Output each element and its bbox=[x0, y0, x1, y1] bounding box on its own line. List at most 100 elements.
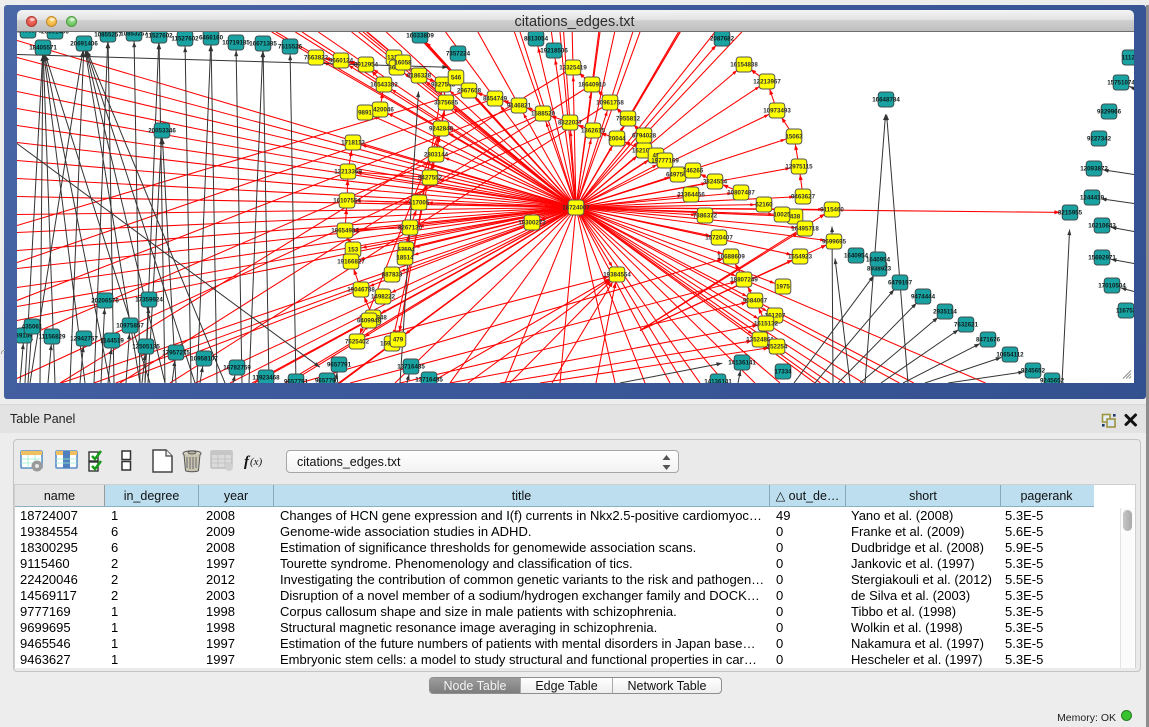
svg-text:17010504: 17010504 bbox=[1098, 282, 1126, 289]
svg-text:6794028: 6794028 bbox=[632, 132, 657, 139]
svg-text:17359924: 17359924 bbox=[135, 296, 163, 303]
svg-text:11156829: 11156829 bbox=[39, 333, 66, 340]
svg-text:9657791: 9657791 bbox=[327, 361, 352, 368]
svg-text:9115460: 9115460 bbox=[820, 206, 844, 213]
svg-text:9699695: 9699695 bbox=[822, 238, 847, 245]
svg-text:10853257: 10853257 bbox=[120, 32, 148, 38]
svg-text:21364456: 21364456 bbox=[677, 191, 705, 198]
svg-text:9146821: 9146821 bbox=[507, 102, 532, 109]
svg-text:20691406: 20691406 bbox=[41, 32, 69, 36]
svg-text:18724007: 18724007 bbox=[562, 204, 590, 211]
svg-text:18405571: 18405571 bbox=[17, 32, 42, 35]
svg-text:11527602: 11527602 bbox=[171, 35, 199, 42]
svg-text:3824554: 3824554 bbox=[703, 178, 728, 185]
svg-text:15720407: 15720407 bbox=[705, 234, 733, 241]
svg-text:10688609: 10688609 bbox=[717, 253, 745, 260]
svg-text:1144519: 1144519 bbox=[100, 337, 124, 344]
svg-text:16058: 16058 bbox=[394, 59, 412, 66]
svg-text:14136141: 14136141 bbox=[728, 359, 756, 366]
svg-text:7632621: 7632621 bbox=[954, 321, 979, 328]
svg-text:10961758: 10961758 bbox=[596, 99, 624, 106]
svg-text:17957275: 17957275 bbox=[162, 349, 190, 356]
svg-text:62160: 62160 bbox=[755, 201, 773, 208]
svg-text:12213967: 12213967 bbox=[753, 78, 781, 85]
svg-text:116753: 116753 bbox=[1116, 307, 1134, 314]
svg-text:7625402: 7625402 bbox=[345, 338, 370, 345]
svg-text:9084067: 9084067 bbox=[743, 297, 768, 304]
svg-text:887833: 887833 bbox=[382, 271, 403, 278]
svg-text:8186328: 8186328 bbox=[407, 72, 432, 79]
svg-text:9657791: 9657791 bbox=[315, 377, 340, 383]
svg-text:15300273: 15300273 bbox=[518, 219, 546, 226]
svg-text:6409948: 6409948 bbox=[357, 317, 382, 324]
svg-text:18640910: 18640910 bbox=[578, 81, 606, 88]
svg-text:10654112: 10654112 bbox=[996, 351, 1024, 358]
svg-text:417005: 417005 bbox=[409, 199, 430, 206]
svg-text:10973493: 10973493 bbox=[763, 107, 791, 114]
svg-text:252254: 252254 bbox=[767, 343, 788, 350]
svg-text:15751074: 15751074 bbox=[1107, 79, 1134, 86]
svg-text:16648784: 16648784 bbox=[872, 96, 900, 103]
svg-text:19218506: 19218506 bbox=[540, 47, 568, 54]
svg-text:13716485: 13716485 bbox=[397, 363, 425, 370]
svg-text:11123: 11123 bbox=[1122, 54, 1134, 61]
svg-text:546: 546 bbox=[451, 74, 462, 81]
svg-text:19384554: 19384554 bbox=[603, 271, 631, 278]
svg-text:12942757: 12942757 bbox=[70, 335, 98, 342]
svg-text:746266: 746266 bbox=[683, 167, 704, 174]
svg-text:13716485: 13716485 bbox=[415, 376, 443, 383]
svg-text:7663822: 7663822 bbox=[304, 54, 329, 61]
svg-text:16671385: 16671385 bbox=[249, 40, 277, 47]
svg-text:10975857: 10975857 bbox=[116, 322, 144, 329]
svg-text:9245652: 9245652 bbox=[1040, 377, 1065, 383]
svg-text:8267130: 8267130 bbox=[398, 224, 423, 231]
svg-text:8427552: 8427552 bbox=[418, 174, 443, 181]
svg-text:1718113: 1718113 bbox=[341, 139, 365, 146]
svg-text:(x): (x) bbox=[250, 456, 263, 468]
svg-text:1588520: 1588520 bbox=[531, 110, 556, 117]
svg-text:435061: 435061 bbox=[22, 323, 43, 330]
svg-text:1362615: 1362615 bbox=[581, 127, 606, 134]
svg-text:11923468: 11923468 bbox=[252, 374, 280, 381]
svg-text:18514: 18514 bbox=[396, 254, 414, 261]
svg-text:7357224: 7357224 bbox=[446, 50, 471, 57]
svg-text:16782759: 16782759 bbox=[223, 364, 251, 371]
svg-text:3375685: 3375685 bbox=[434, 99, 459, 106]
svg-text:18807249: 18807249 bbox=[730, 276, 758, 283]
svg-text:9657791: 9657791 bbox=[284, 378, 309, 383]
svg-text:9660124: 9660124 bbox=[329, 57, 354, 64]
svg-text:16033809: 16033809 bbox=[406, 32, 434, 39]
svg-text:15063: 15063 bbox=[785, 133, 803, 140]
svg-text:8454749: 8454749 bbox=[483, 95, 508, 102]
svg-text:16107554: 16107554 bbox=[333, 197, 361, 204]
svg-text:12213369: 12213369 bbox=[334, 168, 362, 175]
svg-text:16495718: 16495718 bbox=[791, 225, 819, 232]
svg-text:19166827: 19166827 bbox=[337, 258, 365, 265]
svg-text:14136141: 14136141 bbox=[704, 378, 732, 383]
svg-text:15692971: 15692971 bbox=[1088, 254, 1116, 261]
svg-text:10855257: 10855257 bbox=[94, 32, 122, 39]
svg-text:479: 479 bbox=[393, 336, 404, 343]
svg-text:9463627: 9463627 bbox=[791, 193, 816, 200]
svg-text:438: 438 bbox=[790, 213, 801, 220]
svg-text:19046788: 19046788 bbox=[347, 286, 375, 293]
svg-text:8471676: 8471676 bbox=[976, 336, 1001, 343]
svg-text:9474444: 9474444 bbox=[911, 293, 936, 300]
svg-text:9329966: 9329966 bbox=[1097, 108, 1122, 115]
svg-text:8813054: 8813054 bbox=[524, 35, 549, 42]
svg-text:8322037: 8322037 bbox=[558, 119, 583, 126]
svg-text:18405571: 18405571 bbox=[29, 44, 57, 51]
svg-text:1640954: 1640954 bbox=[866, 256, 891, 263]
svg-text:1654923: 1654923 bbox=[788, 253, 813, 260]
svg-text:9227342: 9227342 bbox=[1087, 135, 1112, 142]
svg-text:12093872: 12093872 bbox=[1080, 165, 1108, 172]
svg-text:7955812: 7955812 bbox=[616, 115, 641, 122]
svg-text:1640954: 1640954 bbox=[844, 252, 869, 259]
svg-text:19654983: 19654983 bbox=[331, 227, 359, 234]
svg-text:2967608: 2967608 bbox=[457, 87, 482, 94]
svg-text:12505135: 12505135 bbox=[132, 343, 160, 350]
svg-text:7386372: 7386372 bbox=[693, 212, 718, 219]
svg-text:10807487: 10807487 bbox=[727, 189, 755, 196]
svg-text:20053346: 20053346 bbox=[148, 127, 176, 134]
svg-text:8912954: 8912954 bbox=[354, 61, 379, 68]
